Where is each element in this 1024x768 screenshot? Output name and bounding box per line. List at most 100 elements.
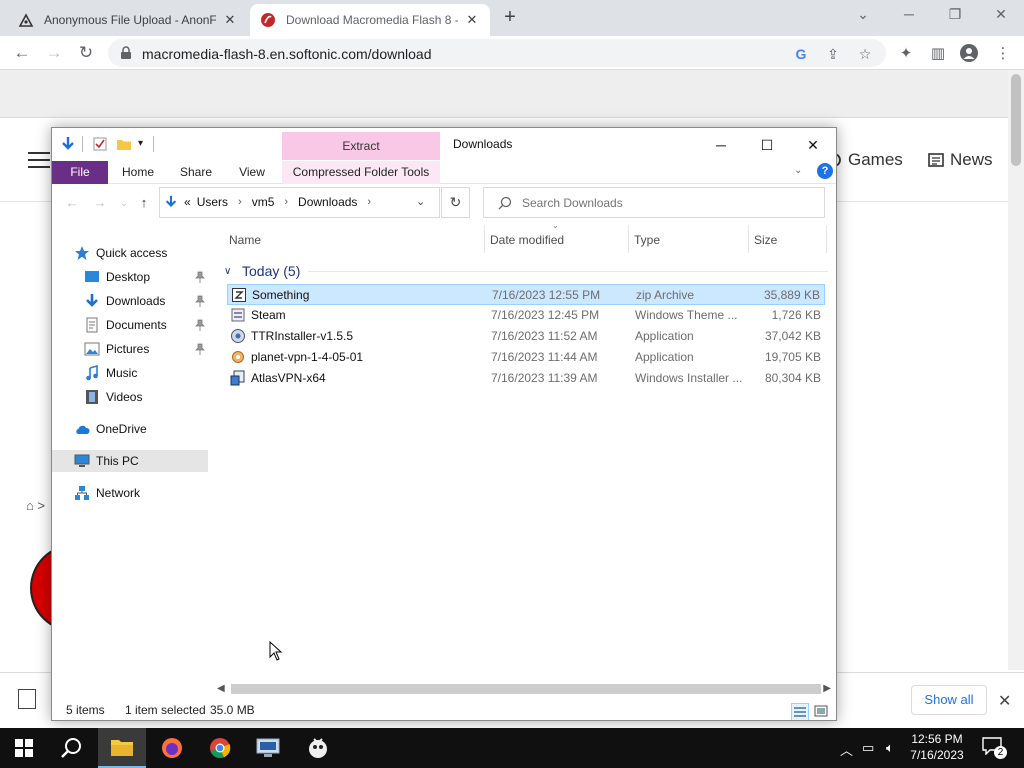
horizontal-scrollbar[interactable]: ◀ ▶	[215, 681, 835, 697]
tab-anonfiles[interactable]: Anonymous File Upload - AnonFiles ✕	[8, 4, 248, 36]
nav-this-pc[interactable]: This PC	[52, 450, 208, 472]
download-arrow-icon[interactable]	[60, 136, 76, 152]
chrome-menu-icon[interactable]: ⋮	[993, 44, 1013, 64]
new-tab-plus-icon[interactable]: +	[498, 6, 522, 30]
breadcrumb-overflow[interactable]: «	[184, 195, 191, 209]
forward-arrow-icon[interactable]: →	[90, 195, 110, 213]
nav-network[interactable]: Network	[74, 482, 230, 504]
hamburger-menu-icon[interactable]	[28, 152, 50, 168]
details-view-button[interactable]	[791, 703, 809, 720]
bookmark-star-icon[interactable]: ☆	[856, 45, 874, 63]
close-tab-icon[interactable]: ✕	[464, 12, 480, 28]
recent-locations-chevron-icon[interactable]: ⌄	[114, 198, 134, 216]
help-icon[interactable]: ?	[817, 163, 833, 179]
address-bar[interactable]: macromedia-flash-8.en.softonic.com/downl…	[108, 39, 886, 67]
breadcrumb-vm5[interactable]: vm5	[252, 195, 275, 209]
customize-qa-chevron-icon[interactable]: ▾	[138, 136, 148, 152]
expand-ribbon-chevron-icon[interactable]: ⌄	[794, 165, 802, 176]
tab-home[interactable]: Home	[114, 161, 162, 184]
column-header-name[interactable]: Name	[229, 233, 261, 247]
nav-news-link[interactable]: News	[928, 150, 993, 170]
search-box[interactable]	[483, 187, 825, 218]
nav-music[interactable]: Music	[84, 362, 208, 384]
volume-muted-icon[interactable]: 🔈︎	[886, 740, 894, 756]
tab-compressed-folder-tools[interactable]: Compressed Folder Tools	[282, 161, 440, 184]
tab-search-chevron-icon[interactable]: ⌄	[840, 0, 886, 30]
search-input[interactable]	[522, 194, 812, 212]
pin-icon[interactable]	[195, 343, 205, 355]
scrollbar-thumb[interactable]	[231, 684, 821, 694]
system-clock[interactable]: 12:56 PM 7/16/2023	[906, 731, 968, 763]
show-hidden-icons-chevron-icon[interactable]: ︿	[840, 740, 853, 759]
zip-file-icon[interactable]	[18, 689, 36, 709]
explorer-minimize-icon[interactable]: ─	[698, 132, 744, 158]
nav-videos[interactable]: Videos	[84, 386, 208, 408]
file-row[interactable]: AtlasVPN-x64 7/16/2023 11:39 AM Windows …	[227, 368, 825, 389]
back-arrow-icon[interactable]: ←	[62, 195, 82, 213]
breadcrumb-chevron-icon[interactable]: ›	[284, 196, 288, 208]
column-divider[interactable]	[628, 225, 629, 253]
refresh-button[interactable]: ↻	[441, 187, 470, 218]
taskbar-app[interactable]	[294, 728, 342, 768]
tab-file[interactable]: File	[52, 161, 108, 184]
explorer-close-icon[interactable]: ✕	[790, 132, 836, 158]
page-scrollbar[interactable]	[1008, 70, 1024, 670]
close-tab-icon[interactable]: ✕	[222, 12, 238, 28]
taskbar-file-explorer[interactable]	[98, 728, 146, 768]
side-panel-icon[interactable]: ▥	[928, 44, 948, 64]
nav-pictures[interactable]: Pictures	[84, 338, 208, 360]
breadcrumb-users[interactable]: Users	[197, 195, 228, 209]
start-button[interactable]	[0, 728, 48, 768]
collapse-chevron-icon[interactable]: ∨	[224, 266, 236, 277]
file-row[interactable]: Something 7/16/2023 12:55 PM zip Archive…	[227, 284, 825, 305]
extensions-puzzle-icon[interactable]: ✦	[896, 44, 916, 64]
close-window-icon[interactable]: ✕	[978, 0, 1024, 30]
nav-downloads[interactable]: Downloads	[84, 290, 208, 312]
column-divider[interactable]	[484, 225, 485, 253]
reload-icon[interactable]: ↻	[73, 40, 99, 66]
breadcrumb-chevron-icon[interactable]: ›	[238, 196, 242, 208]
group-header-today[interactable]: ∨ Today (5)	[224, 261, 830, 281]
tab-view[interactable]: View	[228, 161, 276, 184]
network-status-icon[interactable]: ▭	[862, 740, 874, 756]
breadcrumb-chevron-icon[interactable]: ›	[367, 196, 371, 208]
taskbar-firefox[interactable]	[148, 728, 196, 768]
address-dropdown-chevron-icon[interactable]: ⌄	[416, 195, 425, 208]
forward-arrow-icon[interactable]: →	[41, 40, 67, 66]
nav-onedrive[interactable]: OneDrive	[74, 418, 230, 440]
properties-check-icon[interactable]	[92, 136, 108, 152]
up-arrow-icon[interactable]: ↑	[134, 195, 154, 213]
pin-icon[interactable]	[195, 319, 205, 331]
new-folder-icon[interactable]	[116, 136, 132, 152]
column-header-size[interactable]: Size	[754, 233, 777, 247]
tab-share[interactable]: Share	[172, 161, 220, 184]
nav-games-link[interactable]: Games	[826, 150, 903, 170]
profile-avatar-icon[interactable]	[959, 44, 979, 64]
nav-documents[interactable]: Documents	[84, 314, 208, 336]
back-arrow-icon[interactable]: ←	[9, 40, 35, 66]
nav-desktop[interactable]: Desktop	[84, 266, 208, 288]
pin-icon[interactable]	[195, 295, 205, 307]
extract-contextual-tab[interactable]: Extract	[282, 132, 440, 160]
scroll-left-arrow-icon[interactable]: ◀	[217, 683, 225, 694]
tab-softonic[interactable]: Download Macromedia Flash 8 - Softonic ✕	[250, 4, 490, 36]
home-breadcrumb[interactable]: ⌂ >	[26, 498, 45, 513]
share-icon[interactable]: ⇪	[824, 45, 842, 63]
taskbar-search-button[interactable]	[48, 728, 96, 768]
explorer-address-bar[interactable]: « Users › vm5 › Downloads › ⌄	[159, 187, 440, 218]
taskbar-chrome[interactable]	[196, 728, 244, 768]
google-lens-icon[interactable]: G	[792, 45, 810, 63]
nav-quick-access[interactable]: Quick access	[74, 242, 230, 264]
large-icons-view-button[interactable]	[813, 703, 831, 720]
scroll-right-arrow-icon[interactable]: ▶	[823, 683, 831, 694]
column-divider[interactable]	[748, 225, 749, 253]
explorer-maximize-icon[interactable]: ☐	[744, 132, 790, 158]
breadcrumb-downloads[interactable]: Downloads	[298, 195, 357, 209]
page-scrollbar-thumb[interactable]	[1011, 74, 1021, 166]
restore-icon[interactable]: ❐	[932, 0, 978, 30]
taskbar-remote-desktop[interactable]	[244, 728, 292, 768]
column-header-date[interactable]: Date modified	[490, 233, 564, 247]
show-all-button[interactable]: Show all	[911, 685, 987, 715]
file-row[interactable]: Steam 7/16/2023 12:45 PM Windows Theme .…	[227, 305, 825, 326]
file-row[interactable]: TTRInstaller-v1.5.5 7/16/2023 11:52 AM A…	[227, 326, 825, 347]
